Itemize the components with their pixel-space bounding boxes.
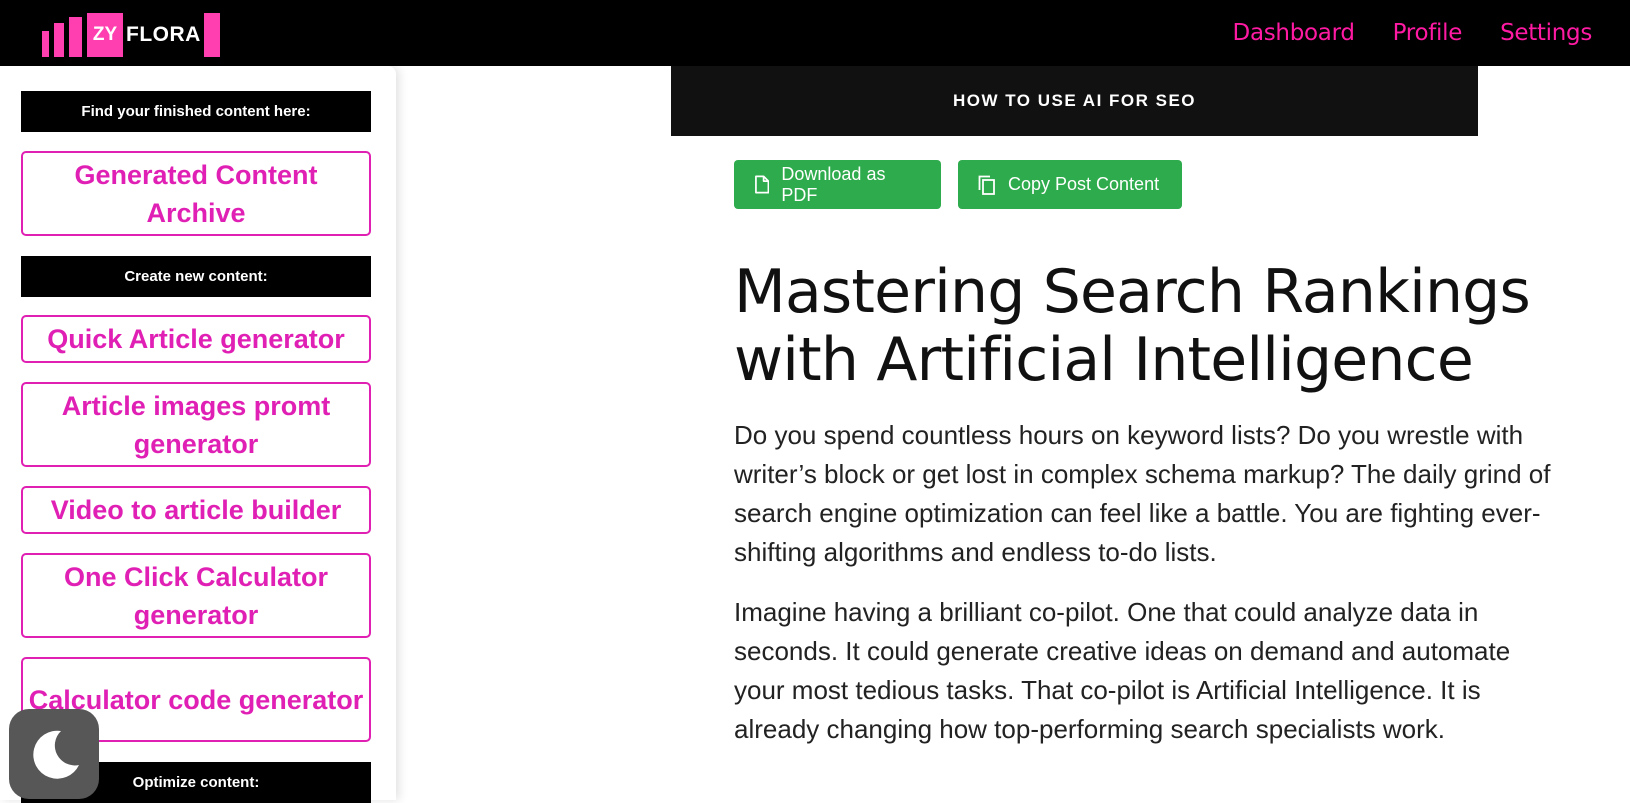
article-paragraph: Do you spend countless hours on keyword … (734, 420, 1551, 567)
dark-mode-toggle[interactable] (9, 709, 99, 799)
article-paragraph: Imagine having a brilliant co-pilot. One… (734, 597, 1511, 744)
nav-profile[interactable]: Profile (1393, 20, 1463, 46)
nav-settings[interactable]: Settings (1500, 20, 1592, 46)
logo-zy: ZY (87, 13, 123, 57)
article-images-prompt-generator-button[interactable]: Article images promt generator (21, 382, 371, 467)
moon-icon (33, 730, 79, 779)
main-nav: Dashboard Profile Settings (1233, 0, 1630, 66)
nav-dashboard[interactable]: Dashboard (1233, 20, 1355, 46)
create-content-header: Create new content: (21, 256, 371, 297)
top-navbar: ZY FLORA Dashboard Profile Settings (0, 0, 1630, 66)
one-click-calculator-generator-button[interactable]: One Click Calculator generator (21, 553, 371, 638)
download-pdf-label: Download as PDF (781, 163, 886, 205)
article-headline: Mastering Search Rankings with Artificia… (734, 257, 1531, 395)
logo-flora: FLORA (126, 23, 201, 46)
copy-post-content-button[interactable]: Copy Post Content (958, 160, 1182, 209)
logo-bar (69, 17, 82, 57)
sidebar: Find your finished content here: Generat… (0, 66, 396, 803)
quick-article-generator-button[interactable]: Quick Article generator (21, 315, 371, 363)
download-pdf-button[interactable]: Download as PDF (734, 160, 941, 209)
copy-icon (978, 175, 995, 195)
post-title-bar: HOW TO USE AI FOR SEO (671, 66, 1478, 136)
finished-content-header: Find your finished content here: (21, 91, 371, 132)
copy-post-label: Copy Post Content (1008, 174, 1160, 194)
logo-tail (203, 13, 220, 57)
generated-content-archive-button[interactable]: Generated Content Archive (21, 151, 371, 236)
logo-bar (54, 23, 64, 57)
zyflora-logo[interactable]: ZY FLORA (42, 13, 220, 57)
logo-bar (42, 31, 49, 57)
video-to-article-builder-button[interactable]: Video to article builder (21, 486, 371, 534)
file-icon (755, 175, 770, 194)
